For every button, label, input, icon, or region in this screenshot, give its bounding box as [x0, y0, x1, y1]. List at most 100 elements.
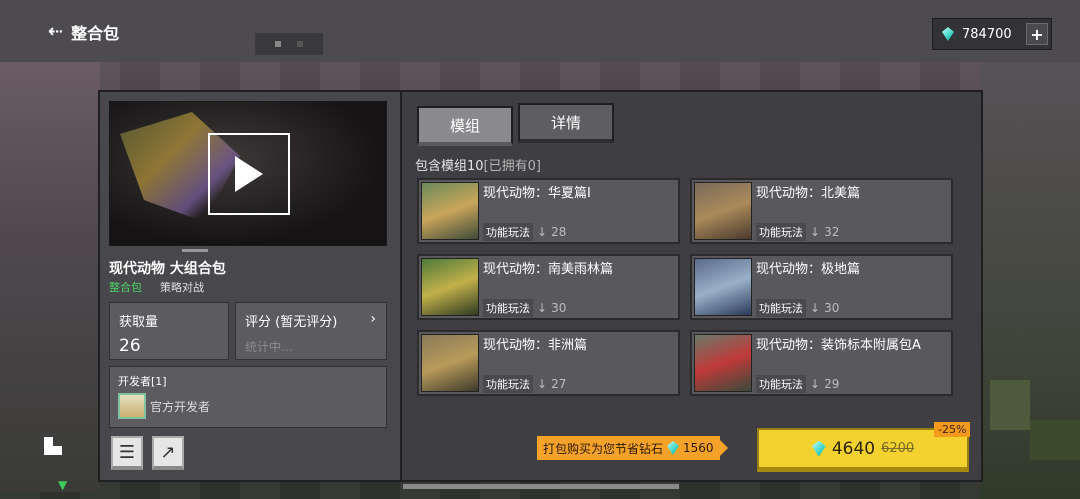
page-title: 整合包	[71, 24, 120, 43]
mod-info: 现代动物：极地篇 功能玩法 ↓ 30	[756, 256, 951, 318]
mod-meta: 功能玩法 ↓ 30	[756, 299, 839, 317]
mod-downloads: 28	[551, 225, 567, 239]
mod-card[interactable]: 现代动物：华夏篇I 功能玩法 ↓ 28	[417, 178, 680, 244]
diamond-balance-value: 784700	[962, 26, 1012, 42]
tab-mods[interactable]: 模组	[417, 106, 513, 146]
mods-owned-count: [已拥有0]	[483, 159, 541, 174]
mod-card[interactable]: 现代动物：装饰标本附属包A 功能玩法 ↓ 29	[690, 330, 953, 396]
list-button[interactable]: ☰	[111, 436, 143, 470]
mod-info: 现代动物：装饰标本附属包A 功能玩法 ↓ 29	[756, 332, 951, 394]
mod-card[interactable]: 现代动物：非洲篇 功能玩法 ↓ 27	[417, 330, 680, 396]
page-indicator	[255, 33, 323, 55]
downloads-stat: 获取量 26	[109, 302, 229, 360]
mod-name: 现代动物：华夏篇I	[483, 186, 591, 201]
mod-meta: 功能玩法 ↓ 28	[483, 223, 566, 241]
mod-meta: 功能玩法 ↓ 29	[756, 375, 839, 393]
mod-type: 功能玩法	[756, 299, 806, 317]
mod-name: 现代动物：极地篇	[756, 262, 861, 277]
tab-details[interactable]: 详情	[518, 103, 614, 143]
mod-type: 功能玩法	[483, 223, 533, 241]
pack-category-tag: 策略对战	[160, 281, 204, 294]
mod-downloads: 30	[824, 301, 840, 315]
mod-meta: 功能玩法 ↓ 30	[483, 299, 566, 317]
diamond-icon	[811, 440, 826, 457]
mod-type: 功能玩法	[483, 375, 533, 393]
wifi-icon: ▼	[58, 478, 68, 492]
background-block	[1030, 420, 1080, 460]
download-icon: ↓	[537, 225, 548, 239]
mods-count: 包含模组10	[415, 159, 484, 174]
mod-thumbnail	[421, 334, 479, 392]
mod-name: 现代动物：非洲篇	[483, 338, 588, 353]
savings-text: 打包购买为您节省钻石	[543, 441, 664, 456]
mod-name: 现代动物：北美篇	[756, 186, 861, 201]
top-bar: ⇠ 整合包 784700 +	[0, 0, 1080, 62]
download-icon: ↓	[537, 301, 548, 315]
developer-section[interactable]: 开发者[1] 官方开发者	[109, 366, 387, 428]
horizontal-scrollbar[interactable]	[403, 484, 679, 489]
external-link-icon: ↗	[160, 441, 176, 463]
mod-downloads: 30	[551, 301, 567, 315]
chevron-right-icon: ›	[370, 311, 376, 327]
downloads-label: 获取量	[119, 315, 159, 330]
mod-meta: 功能玩法 ↓ 27	[483, 375, 566, 393]
rating-value: 统计中...	[245, 340, 293, 354]
developer-name: 官方开发者	[150, 399, 211, 414]
mod-type: 功能玩法	[756, 223, 806, 241]
preview-carousel-indicator	[182, 249, 208, 252]
pack-title: 现代动物 大组合包	[109, 261, 226, 277]
mod-type: 功能玩法	[756, 375, 806, 393]
pack-video-preview[interactable]	[109, 101, 387, 246]
mods-column: 模组 详情 包含模组10[已拥有0] 现代动物：华夏篇I 功能玩法 ↓ 28 现代…	[400, 92, 981, 480]
mod-downloads: 29	[824, 377, 840, 391]
back-arrow-icon: ⇠	[48, 21, 64, 42]
rating-label: 评分 (暂无评分)	[245, 315, 338, 330]
pack-detail-panel: 现代动物 大组合包 整合包 策略对战 获取量 26 评分 (暂无评分) 统计中.…	[98, 90, 983, 482]
mod-info: 现代动物：南美雨林篇 功能玩法 ↓ 30	[483, 256, 678, 318]
pack-info-column: 现代动物 大组合包 整合包 策略对战 获取量 26 评分 (暂无评分) 统计中.…	[100, 92, 398, 480]
mod-type: 功能玩法	[483, 299, 533, 317]
mod-card[interactable]: 现代动物：极地篇 功能玩法 ↓ 30	[690, 254, 953, 320]
background-block	[0, 62, 100, 492]
share-button[interactable]: ↗	[152, 436, 184, 470]
mod-thumbnail	[421, 182, 479, 240]
bundle-savings-banner: 打包购买为您节省钻石 1560	[537, 436, 728, 460]
rating-stat-button[interactable]: 评分 (暂无评分) 统计中... ›	[235, 302, 387, 360]
mod-meta: 功能玩法 ↓ 32	[756, 223, 839, 241]
mod-downloads: 32	[824, 225, 840, 239]
back-button[interactable]: ⇠ 整合包	[48, 18, 138, 46]
downloads-value: 26	[119, 336, 141, 356]
mod-info: 现代动物：非洲篇 功能玩法 ↓ 27	[483, 332, 678, 394]
indicator-dot	[297, 41, 303, 47]
mod-card[interactable]: 现代动物：北美篇 功能玩法 ↓ 32	[690, 178, 953, 244]
original-price: 6200	[881, 441, 915, 456]
mod-card[interactable]: 现代动物：南美雨林篇 功能玩法 ↓ 30	[417, 254, 680, 320]
mod-name: 现代动物：南美雨林篇	[483, 262, 614, 277]
mods-count-header: 包含模组10[已拥有0]	[415, 155, 541, 174]
add-diamonds-button[interactable]: +	[1026, 23, 1048, 45]
developer-avatar	[118, 393, 146, 419]
diamond-icon	[942, 27, 954, 41]
download-icon: ↓	[810, 301, 821, 315]
mod-thumbnail	[694, 334, 752, 392]
download-icon: ↓	[537, 377, 548, 391]
download-icon: ↓	[810, 377, 821, 391]
list-icon: ☰	[118, 441, 136, 463]
bundle-price: 4640	[831, 438, 876, 459]
developer-label: 开发者[1]	[118, 375, 167, 388]
indicator-dot	[275, 41, 281, 47]
discount-badge: -25%	[934, 422, 971, 437]
mod-name: 现代动物：装饰标本附属包A	[756, 338, 921, 353]
diamond-icon	[667, 441, 680, 455]
background-block	[990, 380, 1030, 430]
developer-entry[interactable]: 官方开发者	[118, 393, 378, 419]
play-icon	[235, 156, 263, 192]
mod-info: 现代动物：北美篇 功能玩法 ↓ 32	[756, 180, 951, 242]
savings-amount: 1560	[683, 441, 714, 455]
mod-thumbnail	[694, 258, 752, 316]
mod-info: 现代动物：华夏篇I 功能玩法 ↓ 28	[483, 180, 678, 242]
pack-type-tag: 整合包	[109, 281, 142, 294]
diamond-balance: 784700 +	[932, 18, 1052, 50]
play-button[interactable]	[208, 133, 290, 215]
mod-thumbnail	[421, 258, 479, 316]
